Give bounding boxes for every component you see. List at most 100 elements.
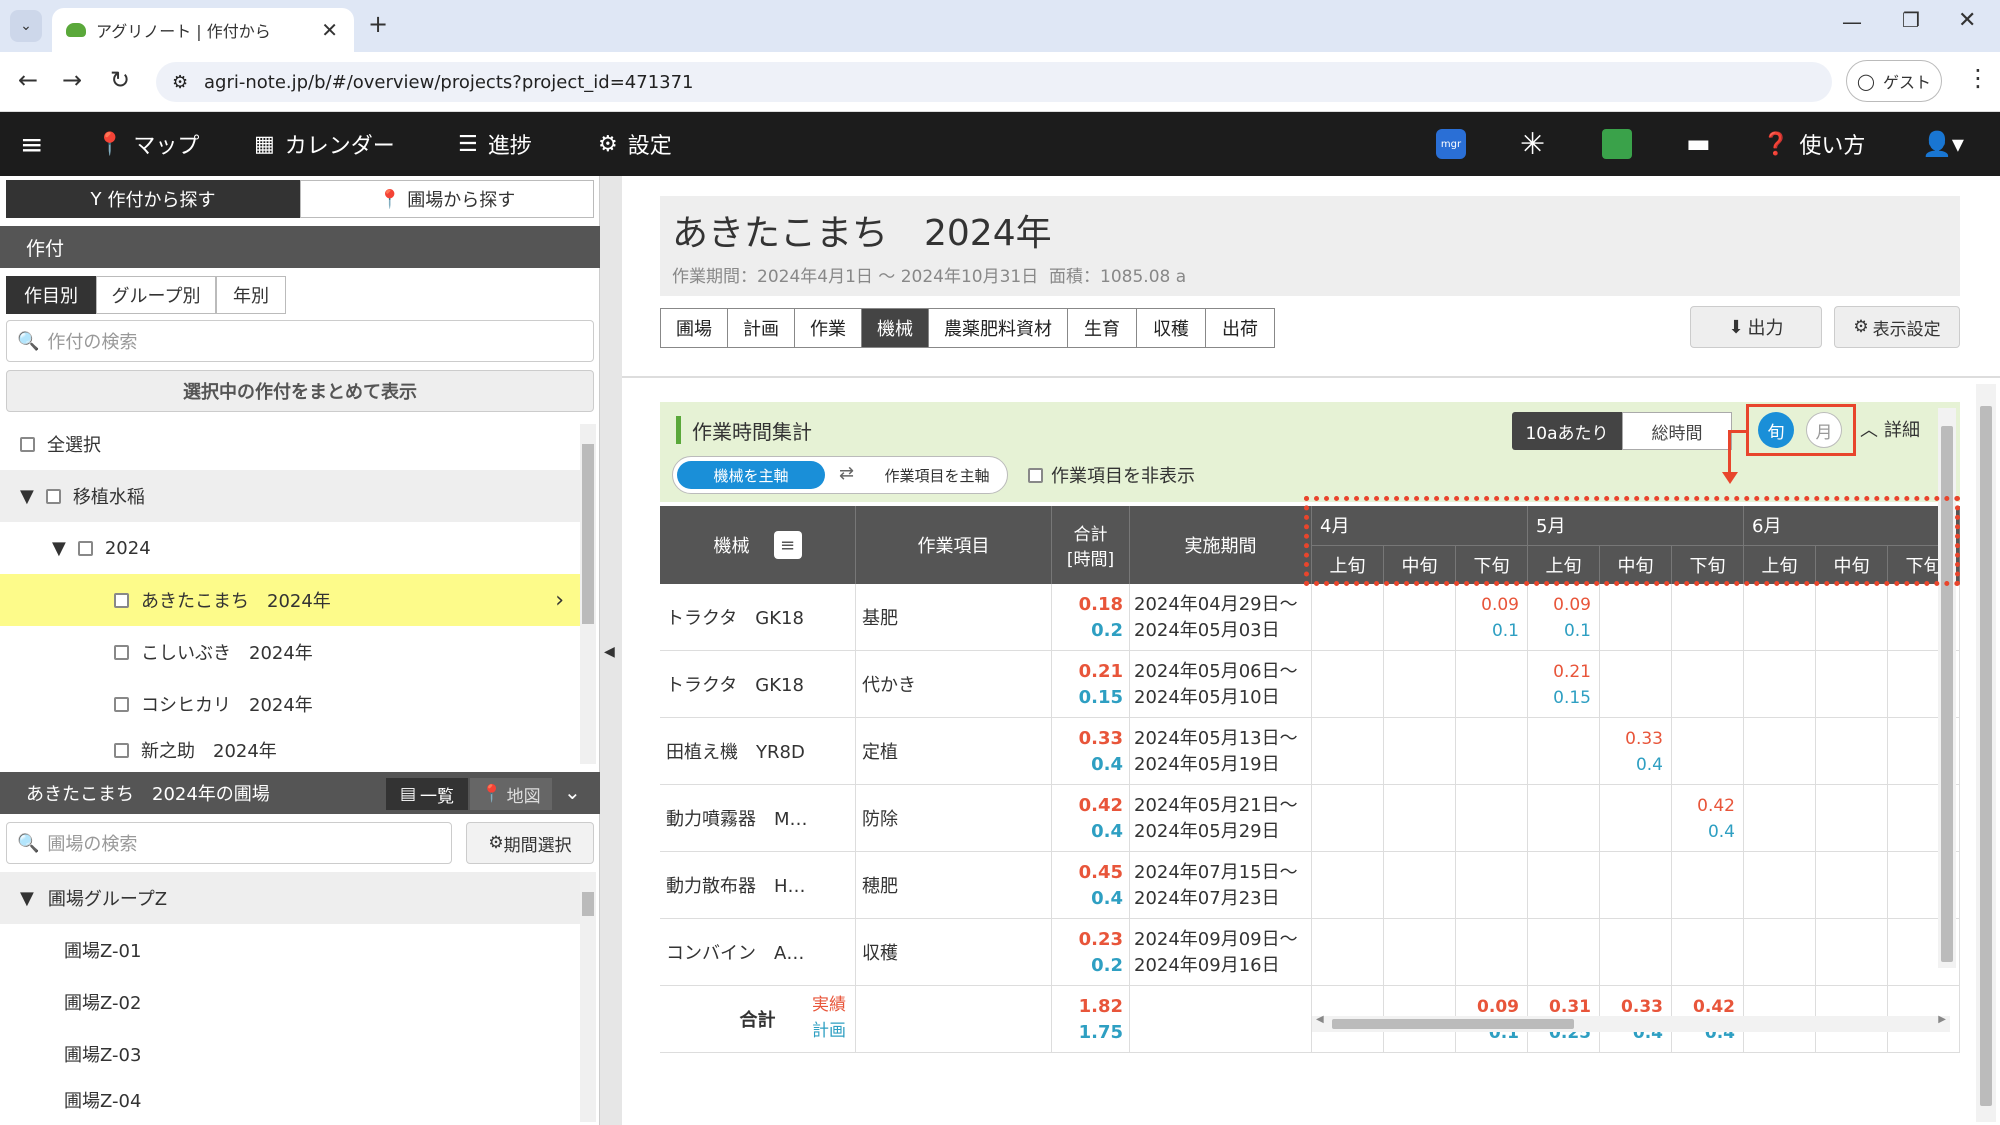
table-row[interactable]: コンバイン A… 収穫 0.23 0.2 2024年09月09日～ 2024年09月16日 — [660, 919, 1960, 986]
main-scrollbar[interactable] — [1976, 384, 1996, 1122]
table-row[interactable]: トラクタ GK18 代かき 0.21 0.15 2024年05月06日～ 2024年05月… — [660, 651, 1960, 718]
field-row[interactable]: 圃場Z-04 — [0, 1080, 580, 1120]
filter-by-crop-tab[interactable]: 作目別 — [6, 276, 96, 314]
jun-toggle[interactable]: 旬 — [1758, 412, 1794, 448]
filter-icon[interactable]: ≡ — [773, 531, 802, 559]
spreadsheet-app-icon[interactable] — [1602, 112, 1632, 176]
browser-menu-icon[interactable]: ⋮ — [1966, 64, 1990, 92]
select-all-row[interactable]: 全選択 — [0, 418, 580, 470]
sidebar-toggle-icon[interactable]: ≡ — [20, 112, 43, 176]
forward-icon[interactable]: → — [62, 66, 82, 94]
tab-machine[interactable]: 機械 — [861, 308, 929, 348]
user-menu-icon[interactable]: 👤▾ — [1922, 112, 1964, 176]
axis-switch[interactable]: 機械を主軸 ⇄ 作業項目を主軸 — [672, 456, 1008, 494]
hide-items-checkbox[interactable] — [1028, 467, 1043, 483]
crop-label: あきたこまち 2024年 — [141, 591, 331, 612]
tab-harvest[interactable]: 収穫 — [1136, 308, 1206, 348]
period-select-button[interactable]: ⚙ 期間選択 — [466, 822, 594, 864]
tab-shipping[interactable]: 出荷 — [1205, 308, 1275, 348]
window-close-icon[interactable]: ✕ — [1958, 8, 1976, 33]
tree-scrollbar[interactable] — [580, 424, 596, 764]
select-all-checkbox[interactable] — [20, 436, 35, 452]
filter-by-group-tab[interactable]: グループ別 — [96, 276, 216, 314]
axis-item-option[interactable]: 作業項目を主軸 — [869, 461, 1005, 489]
export-button[interactable]: ⬇ 出力 — [1690, 306, 1822, 348]
tab-plan[interactable]: 計画 — [727, 308, 795, 348]
table-row[interactable]: 動力散布器 H… 穂肥 0.45 0.4 2024年07月15日～ 2024年07月23日 — [660, 852, 1960, 919]
panel-divider[interactable]: ◀ — [600, 176, 622, 1125]
expand-triangle-icon[interactable]: ▼ — [20, 486, 34, 507]
tab-close-icon[interactable]: ✕ — [321, 18, 338, 42]
reload-icon[interactable]: ↻ — [110, 66, 130, 94]
panel-scrollbar[interactable] — [1938, 408, 1956, 968]
tab-materials[interactable]: 農薬肥料資材 — [928, 308, 1068, 348]
tree-group-row[interactable]: ▼ 移植水稲 — [0, 470, 580, 522]
crop-checkbox[interactable] — [114, 592, 129, 608]
tree-crop-row[interactable]: コシヒカリ 2024年 — [0, 678, 580, 730]
tree-crop-row-selected[interactable]: あきたこまち 2024年 › — [0, 574, 580, 626]
detail-toggle[interactable]: ︿ 詳細 — [1860, 416, 1920, 442]
year-checkbox[interactable] — [77, 540, 93, 556]
total-time-button[interactable]: 総時間 — [1622, 412, 1732, 450]
jun-cell — [1456, 919, 1528, 986]
restore-icon[interactable]: ❐ — [1902, 8, 1920, 32]
filter-by-year-tab[interactable]: 年別 — [216, 276, 286, 314]
display-settings-button[interactable]: ⚙ 表示設定 — [1834, 306, 1960, 348]
url-bar[interactable]: ⚙ agri-note.jp/b/#/overview/projects?pro… — [156, 62, 1832, 102]
field-search-field[interactable]: 🔍 圃場の検索 — [6, 822, 452, 864]
tab-list-chevron-icon[interactable]: ⌄ — [10, 10, 42, 42]
tree-crop-row[interactable]: 新之助 2024年 — [0, 730, 580, 770]
field-group-row[interactable]: ▼ 圃場グループZ — [0, 872, 580, 924]
expand-triangle-icon[interactable]: ▼ — [52, 538, 66, 559]
tab-work[interactable]: 作業 — [794, 308, 862, 348]
nav-map[interactable]: 📍 マップ — [96, 112, 199, 176]
month-toggle[interactable]: 月 — [1806, 412, 1842, 448]
table-row[interactable]: 動力噴霧器 M… 防除 0.42 0.4 2024年05月21日～ 2024年05月29日… — [660, 785, 1960, 852]
crop-checkbox[interactable] — [114, 696, 129, 712]
show-selected-button[interactable]: 選択中の作付をまとめて表示 — [6, 370, 594, 412]
group-checkbox[interactable] — [45, 488, 61, 504]
view-list-button[interactable]: ▤ 一覧 — [386, 778, 468, 810]
crop-checkbox[interactable] — [114, 644, 129, 660]
horizontal-scrollbar[interactable]: ◀ ▶ — [1312, 1014, 1950, 1032]
field-row[interactable]: 圃場Z-03 — [0, 1028, 580, 1080]
nav-help[interactable]: ❓ 使い方 — [1762, 112, 1865, 176]
chat-icon[interactable]: ▬ — [1686, 112, 1711, 176]
nav-settings[interactable]: ⚙ 設定 — [598, 112, 672, 176]
mgr-app-icon[interactable]: mgr — [1436, 112, 1466, 176]
back-icon[interactable]: ← — [18, 66, 38, 94]
jun-cell — [1672, 852, 1744, 919]
jun-cell — [1312, 852, 1384, 919]
plan-value: 0.4 — [1091, 888, 1123, 909]
total-legend-cell: 実績 計画 — [780, 992, 846, 1044]
asterisk-app-icon[interactable]: ✳ — [1520, 112, 1545, 176]
browser-tab[interactable]: アグリノート | 作付から ✕ — [52, 8, 354, 52]
fields-scrollbar[interactable] — [580, 872, 596, 1122]
axis-machine-option[interactable]: 機械を主軸 — [677, 461, 825, 489]
nav-calendar[interactable]: ▦ カレンダー — [254, 112, 395, 176]
profile-button[interactable]: ◯ ゲスト — [1846, 60, 1942, 102]
hide-items-checkbox-row[interactable]: 作業項目を非表示 — [1028, 462, 1195, 488]
site-info-icon[interactable]: ⚙ — [172, 72, 188, 93]
crop-checkbox[interactable] — [114, 742, 129, 758]
table-row[interactable]: 田植え機 YR8D 定植 0.33 0.4 2024年05月13日～ 2024年05月19… — [660, 718, 1960, 785]
crop-search-field[interactable]: 🔍 作付の検索 — [6, 320, 594, 362]
minimize-icon[interactable]: — — [1842, 10, 1862, 34]
expand-triangle-icon[interactable]: ▼ — [20, 888, 34, 909]
field-row[interactable]: 圃場Z-02 — [0, 976, 580, 1028]
table-row[interactable]: トラクタ GK18 基肥 0.18 0.2 2024年04月29日～ 2024年05月03… — [660, 584, 1960, 651]
search-by-field-button[interactable]: 📍 圃場から探す — [300, 180, 594, 218]
collapse-chevron-icon[interactable]: ⌄ — [564, 780, 581, 804]
new-tab-icon[interactable]: + — [368, 10, 388, 38]
tree-crop-row[interactable]: こしいぶき 2024年 — [0, 626, 580, 678]
collapse-left-icon[interactable]: ◀ — [604, 644, 615, 660]
tab-fields[interactable]: 圃場 — [660, 308, 728, 348]
per10a-button[interactable]: 10aあたり — [1512, 412, 1622, 450]
tree-year-row[interactable]: ▼ 2024 — [0, 522, 580, 574]
view-map-button[interactable]: 📍 地図 — [470, 778, 552, 810]
nav-progress[interactable]: ☰ 進捗 — [458, 112, 532, 176]
field-row[interactable]: 圃場Z-01 — [0, 924, 580, 976]
chevron-right-icon: › — [555, 587, 564, 613]
tab-growth[interactable]: 生育 — [1067, 308, 1137, 348]
search-by-crop-button[interactable]: Y 作付から探す — [6, 180, 300, 218]
